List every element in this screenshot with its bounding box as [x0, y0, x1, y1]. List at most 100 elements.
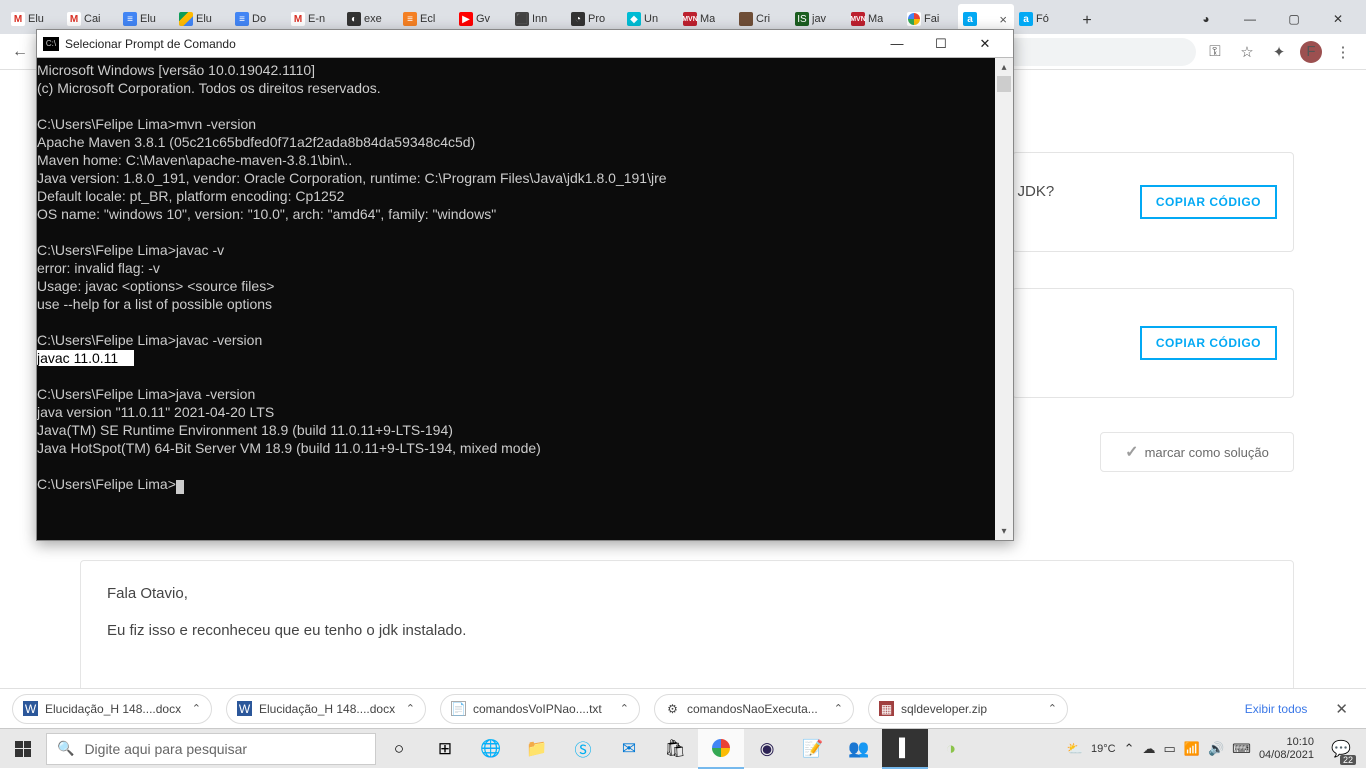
mail-icon[interactable]: ✉ — [606, 729, 652, 769]
tab-close-icon[interactable]: × — [997, 12, 1009, 27]
taskbar-apps: ○ ⊞ 🌐 📁 Ⓢ ✉ 🛍 ◉ 📝 👥 ▌ ◑ — [376, 729, 974, 768]
mark-solution-label: marcar como solução — [1145, 445, 1269, 460]
task-view-icon[interactable]: ⊞ — [422, 729, 468, 769]
notif-badge: 22 — [1340, 755, 1356, 765]
store-icon[interactable]: 🛍 — [652, 729, 698, 769]
maven-icon: MVN — [683, 12, 697, 26]
terminal-icon[interactable]: ▌ — [882, 729, 928, 769]
chevron-up-icon[interactable]: ⌃ — [620, 702, 629, 715]
code-card-2: COPIAR CÓDIGO — [1012, 288, 1294, 398]
download-item[interactable]: WElucidação_H 148....docx⌃ — [226, 694, 426, 724]
cortana-icon[interactable]: ○ — [376, 729, 422, 769]
reply-line-1: Fala Otavio, — [107, 585, 1267, 602]
scroll-down-icon[interactable]: ▾ — [995, 522, 1013, 540]
teams-icon[interactable]: 👥 — [836, 729, 882, 769]
cmd-output[interactable]: Microsoft Windows [versão 10.0.19042.111… — [37, 58, 995, 540]
close-button[interactable]: ✕ — [1316, 4, 1360, 34]
gmail-icon: M — [11, 12, 25, 26]
tab-label: Ma — [700, 13, 715, 25]
file-explorer-icon[interactable]: 📁 — [514, 729, 560, 769]
minimize-button[interactable]: — — [1228, 4, 1272, 34]
tab-label: Elu — [28, 13, 44, 25]
clock-time: 10:10 — [1259, 736, 1314, 749]
chevron-up-icon[interactable]: ⌃ — [406, 702, 415, 715]
weather-temp[interactable]: 19°C — [1091, 743, 1116, 755]
weather-icon[interactable]: ⛅ — [1067, 741, 1083, 757]
wifi-icon[interactable]: 📶 — [1184, 741, 1200, 757]
tab-label: Elu — [196, 13, 212, 25]
skype-icon[interactable]: Ⓢ — [560, 729, 606, 769]
gmail-icon: M — [67, 12, 81, 26]
mark-solution-button[interactable]: ✓ marcar como solução — [1100, 432, 1294, 472]
tab-label: Inn — [532, 13, 547, 25]
download-item[interactable]: ⚙comandosNaoExecuta...⌃ — [654, 694, 854, 724]
cmd-scrollbar[interactable]: ▴ ▾ — [995, 58, 1013, 540]
copy-code-button-2[interactable]: COPIAR CÓDIGO — [1140, 326, 1277, 360]
reply-line-2: Eu fiz isso e reconheceu que eu tenho o … — [107, 622, 1267, 639]
profile-avatar[interactable]: F — [1300, 41, 1322, 63]
ime-icon[interactable]: ⌨ — [1232, 741, 1251, 757]
chevron-up-icon[interactable]: ⌃ — [1048, 702, 1057, 715]
download-item[interactable]: ▦sqldeveloper.zip⌃ — [868, 694, 1068, 724]
chevron-up-icon[interactable]: ⌃ — [192, 702, 201, 715]
cmd-minimize-button[interactable]: — — [875, 31, 919, 57]
app-icon[interactable]: ◑ — [928, 729, 974, 769]
maven-icon: MVN — [851, 12, 865, 26]
cmd-close-button[interactable]: ✕ — [963, 31, 1007, 57]
bookmark-star-icon[interactable]: ☆ — [1236, 41, 1258, 63]
close-shelf-button[interactable]: ✕ — [1329, 700, 1354, 718]
notes-icon[interactable]: 📝 — [790, 729, 836, 769]
tab-label: Gv — [476, 13, 490, 25]
cmd-maximize-button[interactable]: ☐ — [919, 31, 963, 57]
battery-icon[interactable]: ▭ — [1164, 741, 1176, 757]
command-prompt-window: C:\ Selecionar Prompt de Comando — ☐ ✕ M… — [36, 29, 1014, 541]
tray-chevron-icon[interactable]: ⌃ — [1124, 741, 1135, 757]
edge-icon[interactable]: 🌐 — [468, 729, 514, 769]
site-icon: ⬛ — [515, 12, 529, 26]
taskbar-clock[interactable]: 10:10 04/08/2021 — [1259, 736, 1314, 762]
tab-18[interactable]: aFó — [1014, 4, 1070, 34]
extensions-icon[interactable]: ✦ — [1268, 41, 1290, 63]
menu-icon[interactable]: ⋮ — [1332, 41, 1354, 63]
download-item[interactable]: WElucidação_H 148....docx⌃ — [12, 694, 212, 724]
tab-label: Ma — [868, 13, 883, 25]
gmail-icon: M — [291, 12, 305, 26]
tab-label: E-n — [308, 13, 325, 25]
incognito-icon[interactable]: ◕ — [1184, 4, 1228, 34]
onedrive-icon[interactable]: ☁ — [1143, 741, 1156, 757]
tab-label: exe — [364, 13, 382, 25]
browser-window-controls: ◕ — ▢ ✕ — [1184, 4, 1360, 34]
text-file-icon: 📄 — [451, 701, 466, 716]
coffee-icon — [739, 12, 753, 26]
new-tab-button[interactable]: + — [1074, 8, 1100, 34]
chevron-up-icon[interactable]: ⌃ — [834, 702, 843, 715]
chrome-icon[interactable] — [698, 729, 744, 769]
tab-label: Fai — [924, 13, 939, 25]
taskbar-search[interactable]: 🔍Digite aqui para pesquisar — [46, 733, 376, 765]
search-icon: 🔍 — [57, 740, 74, 757]
batch-file-icon: ⚙ — [665, 701, 680, 716]
tab-label: Pro — [588, 13, 605, 25]
start-button[interactable] — [0, 729, 46, 769]
scroll-thumb[interactable] — [997, 76, 1011, 92]
scroll-up-icon[interactable]: ▴ — [995, 58, 1013, 76]
show-all-downloads-button[interactable]: Exibir todos — [1237, 698, 1316, 720]
clock-date: 04/08/2021 — [1259, 749, 1314, 762]
site-icon: IS — [795, 12, 809, 26]
maximize-button[interactable]: ▢ — [1272, 4, 1316, 34]
download-item[interactable]: 📄comandosVoIPNao....txt⌃ — [440, 694, 640, 724]
word-icon: W — [237, 701, 252, 716]
cmd-titlebar[interactable]: C:\ Selecionar Prompt de Comando — ☐ ✕ — [37, 30, 1013, 58]
key-icon[interactable]: ⚿ — [1204, 41, 1226, 63]
copy-code-button-1[interactable]: COPIAR CÓDIGO — [1140, 185, 1277, 219]
alura-icon: a — [1019, 12, 1033, 26]
volume-icon[interactable]: 🔊 — [1208, 741, 1224, 757]
cmd-icon: C:\ — [43, 37, 59, 51]
tab-label: Un — [644, 13, 658, 25]
eclipse-icon[interactable]: ◉ — [744, 729, 790, 769]
windows-icon — [15, 741, 31, 757]
notifications-button[interactable]: 💬22 — [1322, 729, 1360, 769]
tab-label: jav — [812, 13, 826, 25]
back-button[interactable]: ← — [6, 38, 34, 66]
tab-label: Fó — [1036, 13, 1049, 25]
